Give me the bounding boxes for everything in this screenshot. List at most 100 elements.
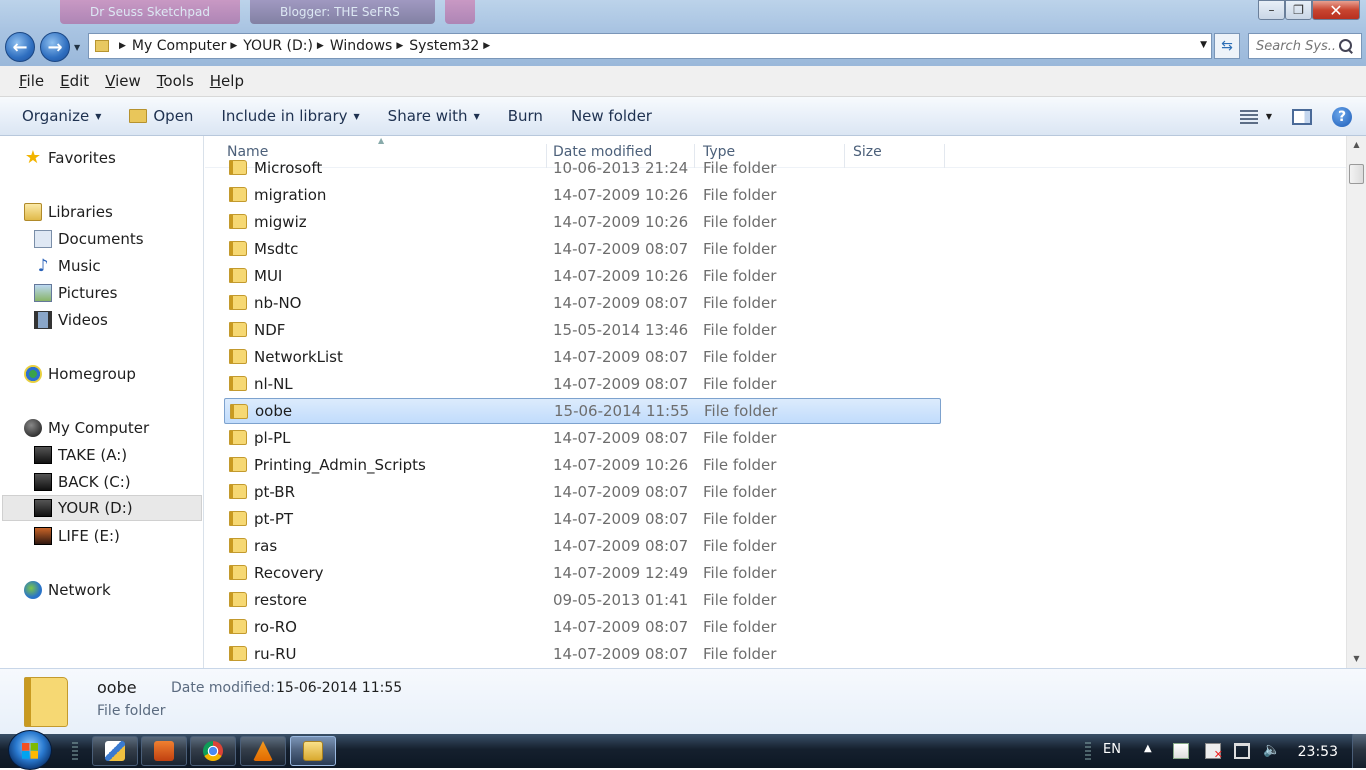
breadcrumb-windows[interactable]: Windows	[330, 38, 393, 54]
menu-help[interactable]: Help	[202, 72, 252, 90]
caret-down-icon[interactable]: ▼	[1266, 112, 1272, 121]
network-status-icon[interactable]	[1234, 743, 1250, 759]
folder-icon	[229, 457, 247, 472]
nav-drive-d[interactable]: YOUR (D:)	[2, 495, 202, 521]
chevron-right-icon[interactable]: ▶	[396, 41, 403, 51]
taskbar-app-vlc[interactable]	[240, 736, 286, 766]
menu-view[interactable]: View	[97, 72, 149, 90]
scroll-up-icon[interactable]: ▲	[1347, 136, 1366, 154]
action-center-icon[interactable]: ✕	[1205, 743, 1223, 761]
open-button[interactable]: Open	[119, 107, 203, 125]
file-type: File folder	[703, 213, 777, 231]
volume-icon[interactable]: 🔈	[1263, 742, 1280, 758]
nav-label: Libraries	[48, 203, 113, 221]
organize-button[interactable]: Organize ▼	[12, 107, 111, 125]
file-row[interactable]: ro-RO 14-07-2009 08:07 File folder	[224, 614, 941, 640]
file-row[interactable]: pl-PL 14-07-2009 08:07 File folder	[224, 425, 941, 451]
file-row[interactable]: nb-NO 14-07-2009 08:07 File folder	[224, 290, 941, 316]
nav-drive-a[interactable]: TAKE (A:)	[34, 442, 127, 468]
minimize-button[interactable]: –	[1258, 0, 1285, 20]
file-row[interactable]: ru-RU 14-07-2009 08:07 File folder	[224, 641, 941, 667]
excel-icon[interactable]	[1173, 743, 1189, 759]
nav-videos[interactable]: Videos	[34, 307, 108, 333]
file-row[interactable]: oobe 15-06-2014 11:55 File folder	[224, 398, 941, 424]
search-icon[interactable]	[1339, 39, 1353, 53]
taskbar-app-notepad[interactable]	[92, 736, 138, 766]
taskbar-app-explorer[interactable]	[290, 736, 336, 766]
file-row[interactable]: ras 14-07-2009 08:07 File folder	[224, 533, 941, 559]
search-input[interactable]	[1249, 38, 1337, 54]
menu-file[interactable]: File	[11, 72, 52, 90]
include-in-library-button[interactable]: Include in library ▼	[211, 107, 369, 125]
details-pane: oobe Date modified: 15-06-2014 11:55 Fil…	[0, 668, 1366, 734]
file-row[interactable]: restore 09-05-2013 01:41 File folder	[224, 587, 941, 613]
file-type: File folder	[703, 645, 777, 663]
file-row[interactable]: migwiz 14-07-2009 10:26 File folder	[224, 209, 941, 235]
file-row[interactable]: Microsoft 10-06-2013 21:24 File folder	[224, 155, 941, 181]
recent-pages-dropdown[interactable]: ▼	[74, 43, 80, 52]
start-button[interactable]	[8, 730, 52, 770]
file-row[interactable]: NDF 15-05-2014 13:46 File folder	[224, 317, 941, 343]
language-indicator[interactable]: EN	[1103, 742, 1121, 757]
burn-button[interactable]: Burn	[498, 107, 553, 125]
search-box[interactable]	[1248, 33, 1362, 59]
nav-network[interactable]: Network	[24, 577, 111, 603]
taskbar-app-chrome[interactable]	[190, 736, 236, 766]
folder-icon	[229, 214, 247, 229]
preview-pane-icon[interactable]	[1292, 108, 1312, 125]
scroll-down-icon[interactable]: ▼	[1347, 650, 1366, 668]
nav-homegroup[interactable]: Homegroup	[24, 361, 136, 387]
nav-favorites[interactable]: ★ Favorites	[24, 145, 116, 171]
change-view-icon[interactable]	[1239, 109, 1258, 124]
file-row[interactable]: Recovery 14-07-2009 12:49 File folder	[224, 560, 941, 586]
nav-documents[interactable]: Documents	[34, 226, 144, 252]
view-controls: ▼ ?	[1239, 97, 1352, 136]
file-row[interactable]: pt-BR 14-07-2009 08:07 File folder	[224, 479, 941, 505]
breadcrumb-my-computer[interactable]: My Computer	[132, 38, 226, 54]
nav-label: YOUR (D:)	[58, 499, 133, 517]
chevron-right-icon[interactable]: ▶	[119, 41, 126, 51]
menu-tools[interactable]: Tools	[149, 72, 202, 90]
file-row[interactable]: pt-PT 14-07-2009 08:07 File folder	[224, 506, 941, 532]
new-folder-button[interactable]: New folder	[561, 107, 662, 125]
file-row[interactable]: nl-NL 14-07-2009 08:07 File folder	[224, 371, 941, 397]
back-button[interactable]: ←	[5, 32, 35, 62]
folder-icon	[229, 646, 247, 661]
forward-button[interactable]: →	[40, 32, 70, 62]
file-row[interactable]: MUI 14-07-2009 10:26 File folder	[224, 263, 941, 289]
chevron-right-icon[interactable]: ▶	[483, 41, 490, 51]
clock[interactable]: 23:53	[1298, 744, 1338, 760]
file-name: restore	[254, 591, 308, 609]
vertical-scrollbar[interactable]: ▲ ▼	[1346, 136, 1366, 668]
nav-libraries[interactable]: Libraries	[24, 199, 113, 225]
taskbar-app-media[interactable]	[141, 736, 187, 766]
chevron-right-icon[interactable]: ▶	[317, 41, 324, 51]
chevron-right-icon[interactable]: ▶	[230, 41, 237, 51]
menu-edit[interactable]: Edit	[52, 72, 97, 90]
open-folder-icon	[129, 109, 148, 123]
address-bar[interactable]: ▶ My Computer ▶ YOUR (D:) ▶ Windows ▶ Sy…	[88, 33, 1212, 59]
nav-label: Network	[48, 581, 111, 599]
restore-button[interactable]: ❐	[1285, 0, 1312, 20]
scrollbar-thumb[interactable]	[1349, 164, 1364, 184]
file-row[interactable]: Printing_Admin_Scripts 14-07-2009 10:26 Fi…	[224, 452, 941, 478]
breadcrumb-system32[interactable]: System32	[409, 38, 479, 54]
nav-drive-e[interactable]: LIFE (E:)	[34, 523, 120, 549]
show-hidden-icons-icon[interactable]: ▲	[1144, 743, 1152, 754]
nav-music[interactable]: ♪ Music	[34, 253, 101, 279]
help-icon[interactable]: ?	[1332, 106, 1352, 127]
share-with-button[interactable]: Share with ▼	[378, 107, 490, 125]
breadcrumb-drive[interactable]: YOUR (D:)	[243, 38, 313, 54]
file-row[interactable]: NetworkList 14-07-2009 08:07 File folder	[224, 344, 941, 370]
caret-down-icon: ▼	[95, 111, 102, 121]
nav-my-computer[interactable]: My Computer	[24, 415, 149, 441]
refresh-button[interactable]: ⇆	[1214, 33, 1240, 59]
computer-icon	[24, 419, 42, 437]
address-history-dropdown[interactable]: ▼	[1200, 40, 1207, 50]
nav-drive-c[interactable]: BACK (C:)	[34, 469, 131, 495]
nav-pictures[interactable]: Pictures	[34, 280, 117, 306]
show-desktop-button[interactable]	[1352, 734, 1366, 768]
file-row[interactable]: Msdtc 14-07-2009 08:07 File folder	[224, 236, 941, 262]
close-button[interactable]: ✕	[1312, 0, 1360, 20]
file-row[interactable]: migration 14-07-2009 10:26 File folder	[224, 182, 941, 208]
